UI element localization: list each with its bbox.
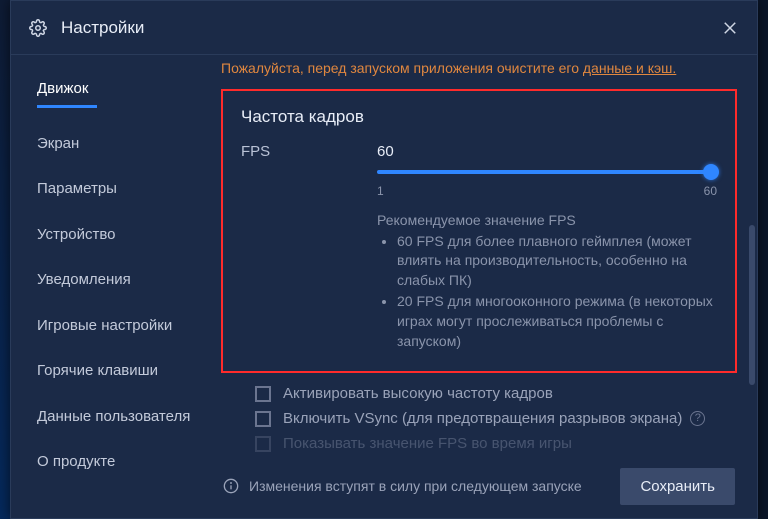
info-icon xyxy=(223,478,239,494)
sidebar: Движок Экран Параметры Устройство Уведом… xyxy=(11,55,197,518)
sidebar-item-screen[interactable]: Экран xyxy=(37,134,197,154)
checkbox-show-fps[interactable] xyxy=(255,436,271,452)
slider-thumb[interactable] xyxy=(703,164,719,180)
sidebar-item-params[interactable]: Параметры xyxy=(37,179,197,199)
warning-prefix: Пожалуйста, перед запуском приложения оч… xyxy=(221,60,583,76)
settings-window: Настройки Движок Экран Параметры Устройс… xyxy=(10,0,758,519)
sidebar-item-hotkeys[interactable]: Горячие клавиши xyxy=(37,361,197,381)
slider-min: 1 xyxy=(377,184,384,198)
help-icon[interactable]: ? xyxy=(690,411,705,426)
sidebar-item-device[interactable]: Устройство xyxy=(37,225,197,245)
gear-icon xyxy=(29,19,47,37)
fps-recommendation: Рекомендуемое значение FPS 60 FPS для бо… xyxy=(377,212,717,352)
titlebar: Настройки xyxy=(11,1,757,55)
reco-item: 20 FPS для многооконного режима (в некот… xyxy=(397,292,717,351)
fps-label: FPS xyxy=(241,143,377,354)
check-high-fps-label: Активировать высокую частоту кадров xyxy=(283,385,553,402)
warning-text: Пожалуйста, перед запуском приложения оч… xyxy=(221,59,737,79)
footer-note: Изменения вступят в силу при следующем з… xyxy=(249,478,620,494)
sidebar-item-userdata[interactable]: Данные пользователя xyxy=(37,407,197,427)
check-show-fps-label: Показывать значение FPS во время игры xyxy=(283,435,572,452)
slider-track xyxy=(377,170,717,174)
checkbox-vsync[interactable] xyxy=(255,411,271,427)
content-panel: Пожалуйста, перед запуском приложения оч… xyxy=(197,55,757,518)
reco-item: 60 FPS для более плавного геймплея (може… xyxy=(397,232,717,291)
sidebar-item-game-settings[interactable]: Игровые настройки xyxy=(37,316,197,336)
sidebar-item-about[interactable]: О продукте xyxy=(37,452,197,472)
sidebar-item-engine[interactable]: Движок xyxy=(37,79,197,108)
slider-max: 60 xyxy=(704,184,717,198)
window-title: Настройки xyxy=(61,18,721,38)
checkbox-high-fps[interactable] xyxy=(255,386,271,402)
save-button[interactable]: Сохранить xyxy=(620,468,735,505)
fps-section-title: Частота кадров xyxy=(241,107,717,127)
clear-cache-link[interactable]: данные и кэш. xyxy=(583,60,676,76)
check-show-fps-row: Показывать значение FPS во время игры xyxy=(255,435,737,452)
fps-slider[interactable] xyxy=(377,166,717,180)
fps-value: 60 xyxy=(377,143,717,160)
slider-labels: 1 60 xyxy=(377,184,717,198)
scrollbar[interactable] xyxy=(749,225,755,385)
sidebar-item-notifications[interactable]: Уведомления xyxy=(37,270,197,290)
check-high-fps-row: Активировать высокую частоту кадров xyxy=(255,385,737,402)
reco-title: Рекомендуемое значение FPS xyxy=(377,212,717,228)
check-vsync-row: Включить VSync (для предотвращения разры… xyxy=(255,410,737,427)
footer-bar: Изменения вступят в силу при следующем з… xyxy=(197,454,757,518)
fps-section-highlight: Частота кадров FPS 60 1 60 xyxy=(221,89,737,374)
close-icon[interactable] xyxy=(721,19,739,37)
check-vsync-label: Включить VSync (для предотвращения разры… xyxy=(283,410,682,427)
